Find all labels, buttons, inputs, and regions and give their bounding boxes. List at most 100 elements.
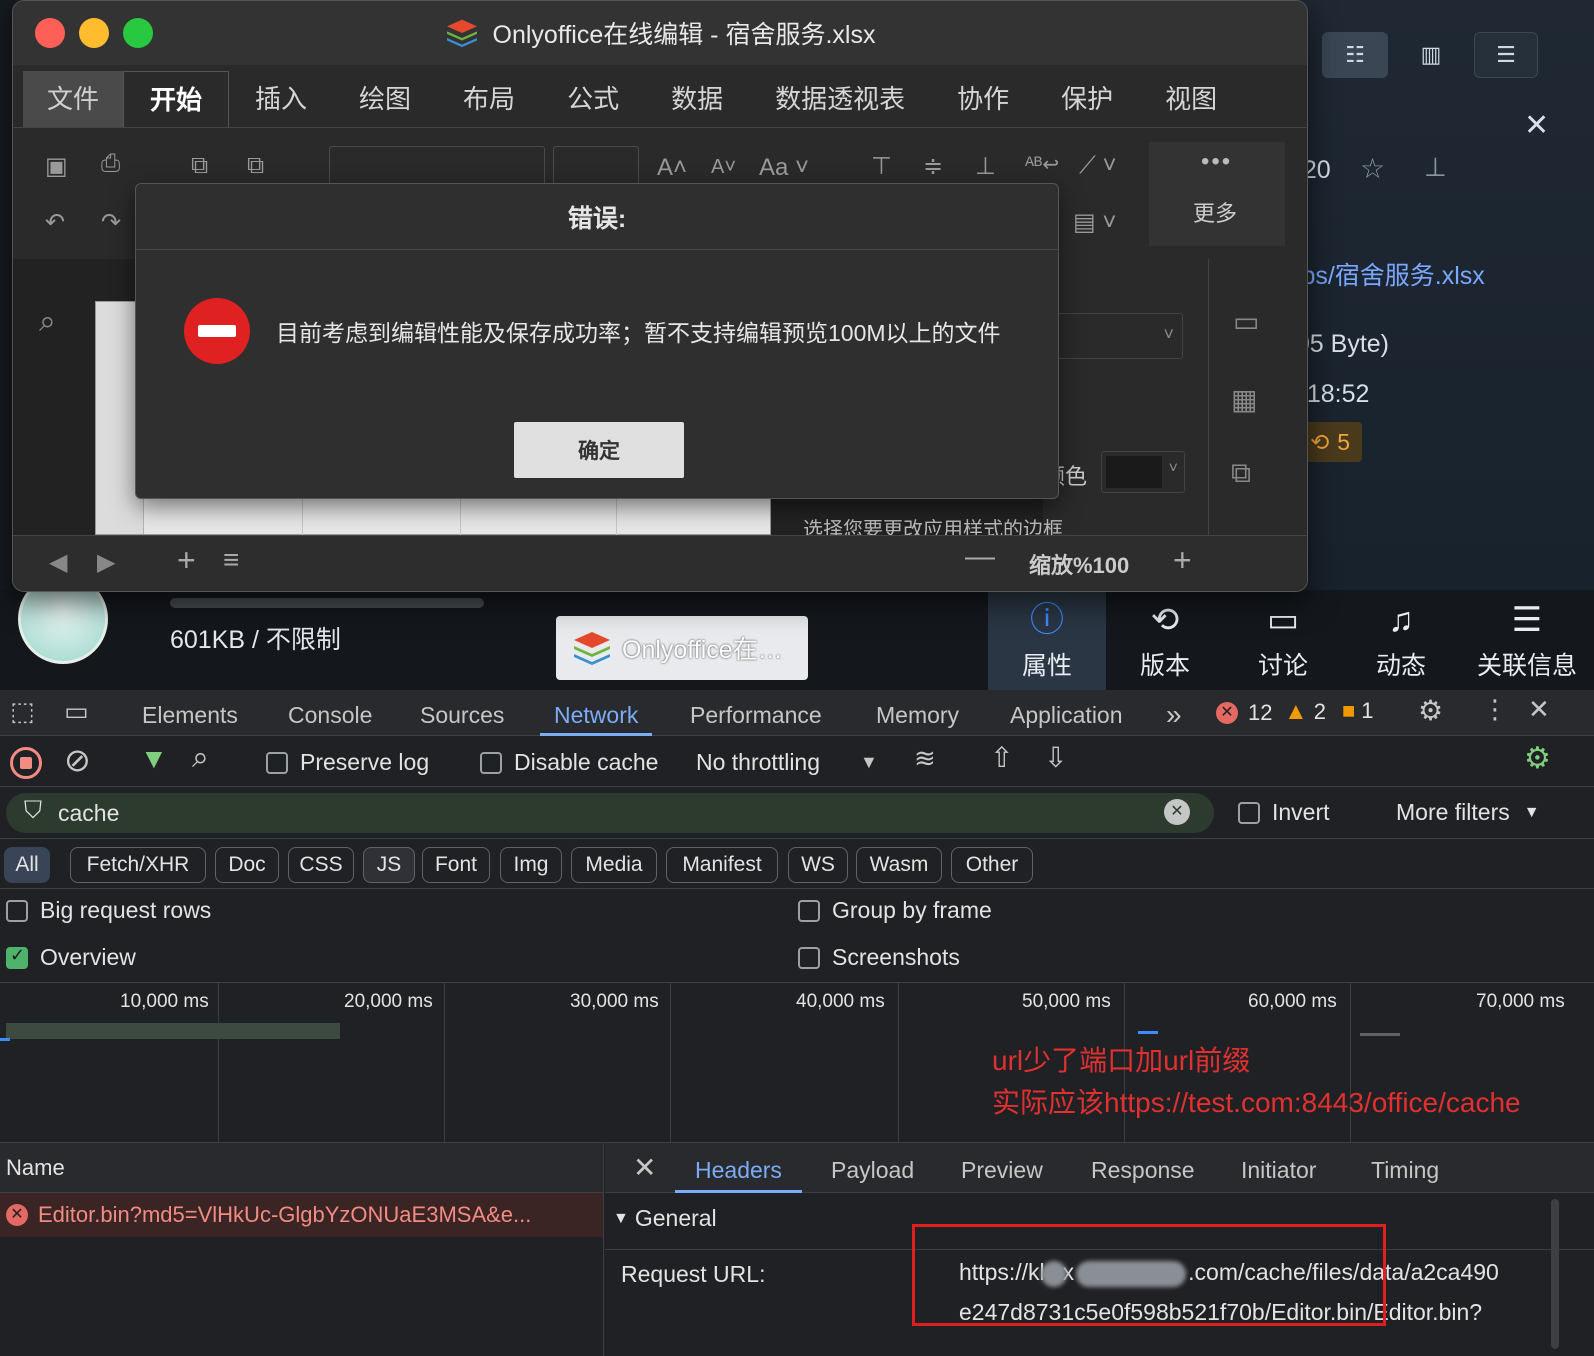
tab-initiator[interactable]: Initiator <box>1241 1143 1316 1193</box>
type-other[interactable]: Other <box>951 847 1033 883</box>
table-style-icon[interactable]: ▤ ˅ <box>1073 208 1116 237</box>
tab-sources[interactable]: Sources <box>420 690 504 736</box>
tab-application[interactable]: Application <box>1010 690 1123 736</box>
search-icon[interactable]: ⌕ <box>39 305 56 339</box>
disable-cache-checkbox[interactable]: Disable cache <box>480 749 658 776</box>
copy-icon[interactable]: ⧉ <box>191 152 208 180</box>
pin-icon[interactable]: ⊥ <box>1424 152 1447 183</box>
outline-icon[interactable]: ☰ <box>1474 32 1538 78</box>
card-view-icon[interactable]: ▥ <box>1398 32 1464 78</box>
tab-properties[interactable]: ⓘ 属性 <box>988 592 1106 690</box>
taskbar-item[interactable]: Onlyoffice在… <box>556 616 808 680</box>
request-row[interactable]: ✕ Editor.bin?md5=VlHkUc-GlgbYzONUaE3MSA&… <box>0 1193 603 1237</box>
clear-icon[interactable]: ⊘ <box>64 741 91 779</box>
name-column-header[interactable]: Name <box>0 1143 603 1193</box>
filter-icon[interactable]: ▼ <box>140 743 168 775</box>
issue-count[interactable]: ■ 1 <box>1342 698 1374 724</box>
search-icon[interactable]: ⌕ <box>192 741 209 775</box>
close-window-button[interactable] <box>35 18 65 48</box>
tab-versions[interactable]: ⟲ 版本 <box>1106 592 1224 690</box>
print-icon[interactable]: ⎙ <box>101 150 120 178</box>
orientation-icon[interactable]: ⟋ ˅ <box>1079 152 1116 180</box>
minimize-window-button[interactable] <box>79 18 109 48</box>
tab-pivot-table[interactable]: 数据透视表 <box>749 71 931 127</box>
general-section-toggle[interactable]: ▼ General <box>613 1205 717 1232</box>
tab-activity[interactable]: ♫ 动态 <box>1342 592 1460 690</box>
align-middle-icon[interactable]: ≑ <box>923 152 943 181</box>
tab-console[interactable]: Console <box>288 690 372 736</box>
tab-insert[interactable]: 插入 <box>229 71 333 127</box>
tab-timing[interactable]: Timing <box>1371 1143 1439 1193</box>
undo-icon[interactable]: ↶ <box>45 208 65 237</box>
paste-icon[interactable]: ⧉ <box>247 152 264 180</box>
type-js[interactable]: JS <box>363 847 415 883</box>
tab-preview[interactable]: Preview <box>961 1143 1043 1193</box>
close-devtools-icon[interactable]: ✕ <box>1528 694 1550 725</box>
type-css[interactable]: CSS <box>288 847 354 883</box>
type-manifest[interactable]: Manifest <box>666 847 778 883</box>
tab-payload[interactable]: Payload <box>831 1143 914 1193</box>
tab-draw[interactable]: 绘图 <box>333 71 437 127</box>
tab-response[interactable]: Response <box>1091 1143 1195 1193</box>
clear-filter-icon[interactable]: ✕ <box>1164 799 1190 825</box>
screenshots-checkbox[interactable]: Screenshots <box>798 944 960 971</box>
close-panel-icon[interactable]: ✕ <box>1524 108 1549 143</box>
type-fetch-xhr[interactable]: Fetch/XHR <box>70 847 206 883</box>
decrease-font-icon[interactable]: A˅ <box>711 156 736 179</box>
type-ws[interactable]: WS <box>788 847 848 883</box>
align-top-icon[interactable]: ⊤ <box>871 152 892 181</box>
filter-input[interactable]: ⛉ cache ✕ <box>6 793 1214 833</box>
type-all[interactable]: All <box>4 847 50 883</box>
type-wasm[interactable]: Wasm <box>856 847 942 883</box>
align-bottom-icon[interactable]: ⊥ <box>975 152 996 181</box>
tab-performance[interactable]: Performance <box>690 690 822 736</box>
color-picker[interactable]: ˅ <box>1101 451 1185 493</box>
cell-settings-icon[interactable]: ▭ <box>1233 305 1259 338</box>
type-media[interactable]: Media <box>571 847 657 883</box>
next-sheet-icon[interactable]: ▶ <box>97 548 115 577</box>
add-sheet-icon[interactable]: + <box>177 542 196 579</box>
preserve-log-checkbox[interactable]: Preserve log <box>266 749 429 776</box>
record-icon[interactable] <box>10 747 42 779</box>
kebab-menu-icon[interactable]: ⋮ <box>1482 694 1508 725</box>
type-img[interactable]: Img <box>500 847 562 883</box>
tab-related[interactable]: ☰ 关联信息 <box>1460 592 1594 690</box>
tab-layout[interactable]: 布局 <box>437 71 541 127</box>
list-view-icon[interactable]: ☷ <box>1322 32 1388 78</box>
zoom-out-icon[interactable]: — <box>965 540 995 574</box>
type-doc[interactable]: Doc <box>215 847 279 883</box>
warning-count[interactable]: ▲ 2 <box>1284 698 1326 726</box>
tab-elements[interactable]: Elements <box>142 690 238 736</box>
inspect-icon[interactable]: ⬚ <box>10 696 35 727</box>
throttling-select[interactable]: No throttling ▼ <box>696 749 878 776</box>
invert-checkbox[interactable]: Invert <box>1238 799 1330 826</box>
more-filters-dropdown[interactable]: More filters ▼ <box>1396 799 1540 826</box>
wrap-text-icon[interactable]: ᴬᴮ↩ <box>1025 152 1059 177</box>
increase-font-icon[interactable]: A˄ <box>657 154 687 182</box>
prev-sheet-icon[interactable]: ◀ <box>49 548 67 577</box>
tab-discussion[interactable]: ▭ 讨论 <box>1224 592 1342 690</box>
tab-network[interactable]: Network <box>539 690 653 736</box>
network-settings-icon[interactable]: ⚙ <box>1524 741 1551 776</box>
tab-protect[interactable]: 保护 <box>1035 71 1139 127</box>
import-har-icon[interactable]: ⇧ <box>990 741 1013 774</box>
change-case-icon[interactable]: Aa ˅ <box>759 154 809 182</box>
overview-checkbox[interactable]: Overview <box>6 944 136 971</box>
redo-icon[interactable]: ↷ <box>101 208 121 237</box>
settings-icon[interactable]: ⚙ <box>1418 694 1443 727</box>
table-settings-icon[interactable]: ▦ <box>1231 383 1257 416</box>
scrollbar[interactable] <box>1551 1199 1559 1349</box>
tab-data[interactable]: 数据 <box>645 71 749 127</box>
tab-memory[interactable]: Memory <box>876 690 959 736</box>
maximize-window-button[interactable] <box>123 18 153 48</box>
zoom-in-icon[interactable]: + <box>1173 542 1192 579</box>
tab-headers[interactable]: Headers <box>675 1143 802 1193</box>
file-path[interactable]: /vps/宿舍服务.xlsx <box>1282 256 1485 292</box>
device-toolbar-icon[interactable]: ▭ <box>64 696 89 727</box>
close-details-icon[interactable]: ✕ <box>633 1151 656 1184</box>
big-request-rows-checkbox[interactable]: Big request rows <box>6 897 211 924</box>
error-count[interactable]: ✕ 12 <box>1216 700 1272 726</box>
tab-home[interactable]: 开始 <box>123 71 230 127</box>
save-icon[interactable]: ▣ <box>45 152 68 181</box>
style-select[interactable]: ˅ <box>1043 313 1183 359</box>
